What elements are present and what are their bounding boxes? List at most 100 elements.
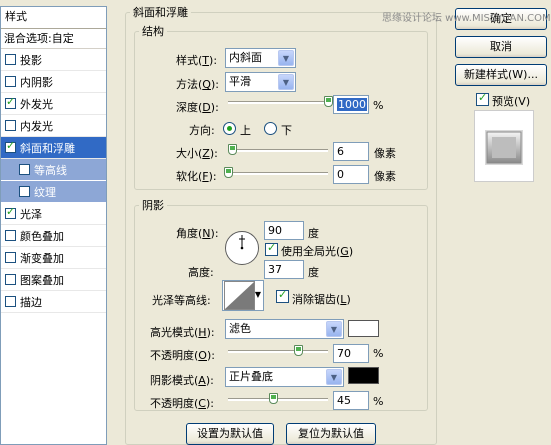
highlight-mode-select[interactable]: 滤色 ▼ bbox=[225, 319, 344, 339]
size-slider-track[interactable] bbox=[228, 149, 328, 152]
shadow-opacity-unit: % bbox=[373, 395, 384, 408]
style-item-checkbox[interactable] bbox=[5, 252, 16, 263]
bevel-emboss-title: 斜面和浮雕 bbox=[133, 6, 188, 19]
structure-title: 结构 bbox=[142, 25, 164, 38]
style-item[interactable]: 图案叠加 bbox=[1, 269, 106, 291]
gloss-contour-picker[interactable]: ▼ bbox=[222, 280, 264, 311]
style-item[interactable]: 投影 bbox=[1, 49, 106, 71]
technique-label: 方法(Q): bbox=[176, 78, 219, 91]
style-item[interactable]: 等高线 bbox=[1, 159, 106, 181]
highlight-color-swatch[interactable] bbox=[348, 320, 379, 337]
style-preview-thumbnail bbox=[474, 110, 534, 182]
shadow-opacity-thumb[interactable] bbox=[269, 393, 278, 404]
angle-unit: 度 bbox=[308, 227, 319, 240]
contour-preview-icon bbox=[224, 281, 255, 310]
style-item[interactable]: 外发光 bbox=[1, 93, 106, 115]
style-item-checkbox[interactable] bbox=[5, 76, 16, 87]
highlight-opacity-unit: % bbox=[373, 347, 384, 360]
style-item-checkbox[interactable] bbox=[5, 230, 16, 241]
style-item[interactable]: 内发光 bbox=[1, 115, 106, 137]
soften-slider-track[interactable] bbox=[228, 172, 328, 175]
watermark: 思缘设计论坛 www.MISSYUAN.COM bbox=[382, 13, 551, 24]
cancel-button[interactable]: 取消 bbox=[455, 36, 547, 58]
direction-label: 方向: bbox=[189, 124, 215, 137]
soften-unit: 像素 bbox=[374, 170, 396, 183]
soften-input[interactable]: 0 bbox=[333, 165, 369, 184]
style-item[interactable]: 描边 bbox=[1, 291, 106, 313]
size-label: 大小(Z): bbox=[176, 147, 218, 160]
chevron-down-icon: ▼ bbox=[278, 50, 294, 66]
style-item-label: 等高线 bbox=[34, 163, 67, 177]
style-item[interactable]: 纹理 bbox=[1, 181, 106, 203]
style-item-checkbox[interactable] bbox=[5, 95, 16, 109]
shadow-mode-select[interactable]: 正片叠底 ▼ bbox=[225, 367, 344, 387]
depth-slider-track[interactable] bbox=[228, 101, 328, 104]
preview-square-icon bbox=[485, 130, 523, 165]
shadow-opacity-input[interactable]: 45 bbox=[333, 391, 369, 410]
style-item[interactable]: 光泽 bbox=[1, 203, 106, 225]
size-unit: 像素 bbox=[374, 147, 396, 160]
global-light-checkbox[interactable] bbox=[265, 241, 278, 256]
style-item[interactable]: 斜面和浮雕 bbox=[1, 137, 106, 159]
chevron-down-icon: ▼ bbox=[326, 321, 342, 337]
blend-options-item[interactable]: 混合选项:自定 bbox=[1, 29, 106, 49]
styles-header[interactable]: 样式 bbox=[1, 7, 106, 29]
reset-default-button[interactable]: 复位为默认值 bbox=[286, 423, 376, 445]
chevron-down-icon: ▼ bbox=[278, 74, 294, 90]
style-item-checkbox[interactable] bbox=[5, 274, 16, 285]
style-item[interactable]: 内阴影 bbox=[1, 71, 106, 93]
preview-checkbox[interactable] bbox=[476, 91, 489, 106]
highlight-opacity-input[interactable]: 70 bbox=[333, 344, 369, 363]
direction-up-radio[interactable] bbox=[223, 122, 236, 135]
style-item-label: 纹理 bbox=[34, 185, 56, 199]
style-select[interactable]: 内斜面 ▼ bbox=[225, 48, 296, 68]
highlight-opacity-thumb[interactable] bbox=[294, 345, 303, 356]
size-slider-thumb[interactable] bbox=[228, 144, 237, 155]
technique-select[interactable]: 平滑 ▼ bbox=[225, 72, 296, 92]
shadow-opacity-track[interactable] bbox=[228, 398, 328, 401]
make-default-button[interactable]: 设置为默认值 bbox=[186, 423, 274, 445]
antialias-checkbox[interactable] bbox=[276, 288, 289, 303]
style-item-label: 图案叠加 bbox=[20, 273, 64, 287]
style-item-label: 投影 bbox=[20, 53, 42, 67]
depth-unit: % bbox=[373, 99, 384, 112]
style-item-checkbox[interactable] bbox=[19, 164, 30, 175]
new-style-button[interactable]: 新建样式(W)... bbox=[455, 64, 547, 86]
style-item-label: 外发光 bbox=[20, 97, 53, 111]
chevron-down-icon: ▼ bbox=[326, 369, 342, 385]
soften-label: 软化(F): bbox=[176, 170, 217, 183]
highlight-mode-label: 高光模式(H): bbox=[150, 326, 215, 339]
angle-label: 角度(N): bbox=[176, 227, 219, 240]
direction-down-radio[interactable] bbox=[264, 122, 277, 135]
style-item[interactable]: 渐变叠加 bbox=[1, 247, 106, 269]
altitude-label: 高度: bbox=[188, 266, 214, 279]
style-item-label: 颜色叠加 bbox=[20, 229, 64, 243]
antialias-label: 消除锯齿(L) bbox=[292, 293, 351, 306]
depth-slider-thumb[interactable] bbox=[324, 96, 333, 107]
style-item-checkbox[interactable] bbox=[5, 54, 16, 65]
angle-dial-icon bbox=[225, 231, 259, 265]
soften-slider-thumb[interactable] bbox=[224, 167, 233, 178]
style-item-label: 内阴影 bbox=[20, 75, 53, 89]
style-item-label: 斜面和浮雕 bbox=[20, 141, 75, 155]
style-item-checkbox[interactable] bbox=[19, 186, 30, 197]
preview-label: 预览(V) bbox=[492, 95, 531, 108]
shadow-opacity-label: 不透明度(C): bbox=[150, 397, 214, 410]
style-item-checkbox[interactable] bbox=[5, 139, 16, 153]
altitude-input[interactable]: 37 bbox=[264, 260, 304, 279]
style-item-checkbox[interactable] bbox=[5, 120, 16, 131]
shadow-mode-label: 阴影模式(A): bbox=[150, 374, 214, 387]
style-item-label: 渐变叠加 bbox=[20, 251, 64, 265]
style-item-label: 光泽 bbox=[20, 207, 42, 221]
direction-down-label: 下 bbox=[281, 124, 292, 137]
style-item[interactable]: 颜色叠加 bbox=[1, 225, 106, 247]
angle-input[interactable]: 90 bbox=[264, 221, 304, 240]
shadow-color-swatch[interactable] bbox=[348, 367, 379, 384]
depth-input[interactable]: 1000 bbox=[333, 95, 369, 114]
highlight-opacity-track[interactable] bbox=[228, 350, 328, 353]
style-item-checkbox[interactable] bbox=[5, 296, 16, 307]
size-input[interactable]: 6 bbox=[333, 142, 369, 161]
angle-dial[interactable] bbox=[224, 230, 260, 266]
style-item-label: 内发光 bbox=[20, 119, 53, 133]
style-item-checkbox[interactable] bbox=[5, 205, 16, 219]
